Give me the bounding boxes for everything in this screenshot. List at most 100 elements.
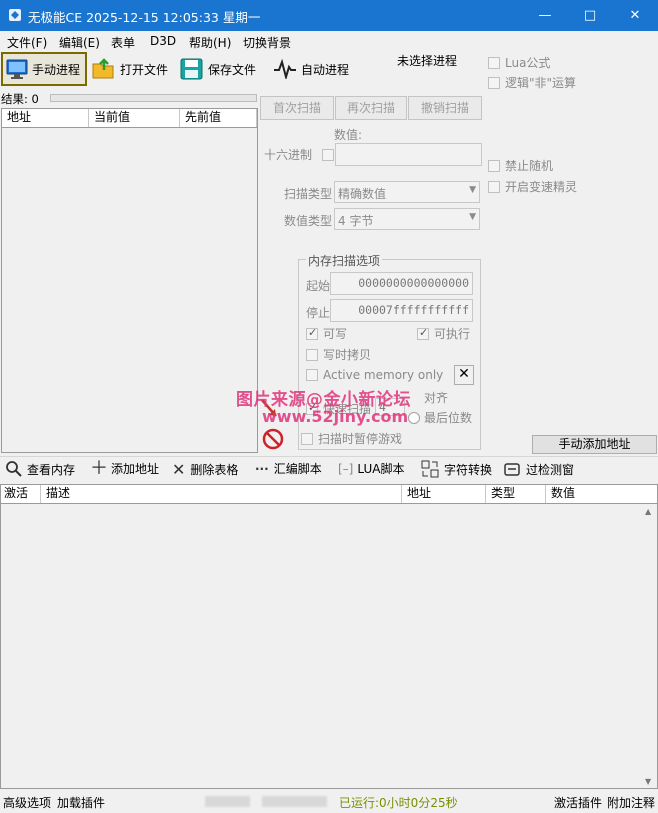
bypass-detect-label: 过检测窗 (526, 462, 575, 477)
active-memory-label: Active memory only (323, 368, 444, 382)
next-scan-button[interactable]: 再次扫描 (335, 96, 407, 120)
value-type-value: 4 字节 (338, 214, 374, 228)
last-digits-radio[interactable]: 最后位数 (408, 409, 472, 426)
magnifier-icon (6, 461, 22, 477)
scroll-down-icon[interactable]: ▼ (645, 777, 651, 786)
copy-on-write-checkbox[interactable]: 写时拷贝 (306, 346, 371, 363)
scroll-up-icon[interactable]: ▲ (645, 507, 651, 516)
add-address-manually-button[interactable]: 手动添加地址 (532, 435, 657, 454)
pulse-icon (274, 59, 296, 79)
scan-type-select[interactable]: 精确数值 ▼ (334, 181, 480, 203)
vertical-scrollbar[interactable]: ▲ ▼ (641, 505, 657, 788)
save-disk-icon (180, 58, 203, 80)
results-count: 结果: 0 (1, 92, 39, 106)
minimize-button[interactable]: — (522, 0, 568, 31)
col-address[interactable]: 地址 (2, 109, 89, 127)
value-type-label: 数值类型 (284, 214, 333, 228)
forbidden-icon[interactable] (262, 428, 284, 450)
hex-checkbox[interactable] (322, 148, 334, 161)
lua-formula-label: Lua公式 (505, 56, 551, 70)
menu-file[interactable]: 文件(F) (7, 34, 47, 51)
menu-table[interactable]: 表单 (111, 34, 135, 51)
maximize-button[interactable]: □ (567, 0, 613, 31)
char-convert-button[interactable]: 字符转换 (421, 460, 492, 478)
first-scan-button[interactable]: 首次扫描 (260, 96, 334, 120)
delete-x-icon: ✕ (172, 460, 186, 479)
auto-process-button[interactable]: 自动进程 (273, 53, 349, 85)
speedhack-check[interactable] (488, 180, 500, 193)
value-type-select[interactable]: 4 字节 ▼ (334, 208, 480, 230)
close-button[interactable]: ✕ (612, 0, 658, 31)
menu-d3d[interactable]: D3D (150, 34, 176, 48)
status-bar: 高级选项 加载插件 已运行:0小时0分25秒 激活插件 附加注释 (0, 790, 658, 813)
col-active[interactable]: 激活 (1, 485, 41, 503)
watermark-url: www.52jiny.com (262, 407, 409, 426)
view-memory-button[interactable]: 查看内存 (5, 460, 75, 478)
copy-on-write-label: 写时拷贝 (323, 348, 372, 362)
delete-table-button[interactable]: ✕ 删除表格 (172, 460, 238, 479)
plus-icon: ＋ (90, 457, 108, 479)
window-title: 无极能CE 2025-12-15 12:05:33 星期一 (28, 10, 261, 25)
executable-check[interactable] (417, 326, 429, 340)
blurred-info (205, 796, 250, 807)
monitor-icon (6, 59, 28, 79)
load-plugin-link[interactable]: 加载插件 (57, 794, 105, 811)
menu-help[interactable]: 帮助(H) (189, 34, 231, 51)
writable-label: 可写 (323, 327, 348, 341)
writable-check[interactable] (306, 326, 318, 340)
asm-script-button[interactable]: ··· 汇编脚本 (255, 460, 322, 477)
executable-checkbox[interactable]: 可执行 (417, 325, 470, 342)
col-address[interactable]: 地址 (402, 485, 486, 503)
value-label: 数值: (334, 128, 363, 142)
manual-process-button[interactable]: 手动进程 (1, 52, 87, 86)
ellipsis-icon: ··· (255, 461, 269, 476)
lua-formula-checkbox[interactable]: Lua公式 (488, 54, 550, 71)
col-current-value[interactable]: 当前值 (89, 109, 180, 127)
open-folder-icon (92, 58, 114, 79)
logic-not-checkbox[interactable]: 逻辑"非"运算 (488, 74, 576, 91)
add-note-link[interactable]: 附加注释 (607, 794, 655, 811)
col-value[interactable]: 数值 (546, 485, 657, 503)
disable-random-label: 禁止随机 (505, 159, 554, 173)
pause-game-label: 扫描时暂停游戏 (318, 432, 403, 446)
speedhack-label: 开启变速精灵 (505, 180, 578, 194)
add-address-button[interactable]: ＋ 添加地址 (90, 457, 159, 479)
convert-grid-icon (421, 460, 439, 478)
col-description[interactable]: 描述 (41, 485, 402, 503)
results-list[interactable]: 地址 当前值 先前值 (1, 108, 258, 453)
pause-game-check[interactable] (301, 432, 313, 445)
stop-label: 停止 (306, 306, 331, 320)
stop-address-input[interactable]: 00007fffffffffff (330, 299, 473, 322)
chevron-down-icon: ▼ (469, 212, 476, 222)
col-type[interactable]: 类型 (486, 485, 546, 503)
lua-formula-check[interactable] (488, 56, 500, 69)
app-icon (9, 9, 21, 21)
lua-script-button[interactable]: [–] LUA脚本 (338, 460, 404, 477)
value-input[interactable] (335, 143, 482, 166)
bypass-detect-button[interactable]: 过检测窗 (503, 460, 574, 478)
advanced-options-link[interactable]: 高级选项 (3, 794, 51, 811)
open-file-button[interactable]: 打开文件 (92, 53, 168, 85)
start-address-input[interactable]: 0000000000000000 (330, 272, 473, 295)
save-file-button[interactable]: 保存文件 (180, 53, 256, 85)
copy-on-write-check[interactable] (306, 348, 318, 361)
writable-checkbox[interactable]: 可写 (306, 325, 347, 342)
memory-options-legend: 内存扫描选项 (306, 252, 383, 269)
active-memory-checkbox[interactable]: Active memory only (306, 368, 443, 382)
disable-random-check[interactable] (488, 159, 500, 172)
address-table[interactable]: 激活 描述 地址 类型 数值 ▲ ▼ (0, 484, 658, 789)
undo-scan-button[interactable]: 撤销扫描 (408, 96, 482, 120)
col-previous-value[interactable]: 先前值 (180, 109, 257, 127)
close-icon[interactable]: ✕ (454, 365, 474, 385)
speedhack-checkbox[interactable]: 开启变速精灵 (488, 178, 577, 195)
logic-not-label: 逻辑"非"运算 (505, 76, 577, 90)
active-memory-check[interactable] (306, 369, 318, 381)
asm-script-label: 汇编脚本 (273, 462, 322, 476)
logic-not-check[interactable] (488, 76, 500, 89)
menu-edit[interactable]: 编辑(E) (59, 34, 100, 51)
disable-random-checkbox[interactable]: 禁止随机 (488, 157, 553, 174)
pause-game-checkbox[interactable]: 扫描时暂停游戏 (301, 430, 402, 447)
last-digits-radio-dot[interactable] (408, 411, 420, 424)
activate-plugin-link[interactable]: 激活插件 (554, 794, 602, 811)
menu-switch-background[interactable]: 切换背景 (243, 34, 291, 51)
